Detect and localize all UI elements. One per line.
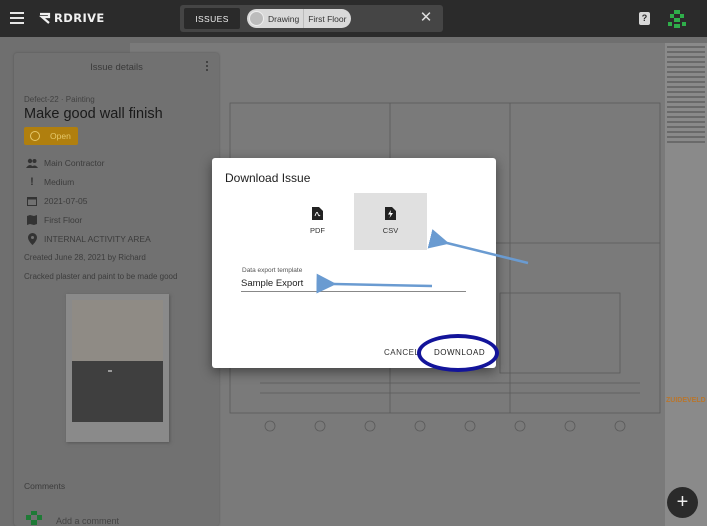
dialog-title: Download Issue [225, 171, 311, 185]
status-badge[interactable]: Open [24, 127, 78, 145]
logo-mark-icon [39, 12, 51, 24]
comment-input[interactable]: Add a comment [56, 516, 119, 526]
app-logo[interactable]: RDRIVE [38, 10, 105, 26]
top-bar: RDRIVE ISSUES Drawing First Floor ✕ ? [0, 0, 707, 37]
location-pin-icon [26, 233, 38, 245]
panel-header: Issue details [90, 61, 143, 73]
more-options-icon[interactable] [205, 61, 209, 73]
cancel-button[interactable]: CANCEL [384, 348, 419, 357]
drawing-thumbnail-icon [249, 11, 264, 26]
pdf-file-icon [312, 207, 323, 220]
download-button[interactable]: DOWNLOAD [434, 348, 485, 357]
issue-subtitle: Defect-22 · Painting [24, 95, 95, 104]
drawing-filter-chip[interactable]: Drawing First Floor [247, 9, 351, 28]
user-avatar[interactable] [668, 10, 686, 28]
area-value: INTERNAL ACTIVITY AREA [44, 234, 151, 244]
csv-file-icon [385, 207, 396, 220]
area-row: INTERNAL ACTIVITY AREA [26, 233, 151, 245]
menu-icon[interactable] [10, 12, 24, 24]
template-field[interactable] [241, 275, 466, 292]
created-text: Created June 28, 2021 by Richard [24, 253, 146, 262]
map-icon [26, 214, 38, 226]
chip-drawing-label: Drawing [268, 13, 300, 24]
comments-heading: Comments [24, 481, 66, 491]
format-option-pdf-label: PDF [310, 226, 325, 235]
assignee-row: Main Contractor [26, 157, 104, 169]
floor-value: First Floor [44, 215, 83, 225]
due-date-row: 2021-07-05 [26, 195, 87, 207]
download-issue-dialog: Download Issue PDF CSV Data export templ… [212, 158, 496, 368]
format-option-csv[interactable]: CSV [354, 193, 427, 250]
status-icon [30, 131, 40, 141]
format-option-csv-label: CSV [382, 226, 399, 235]
tab-issues[interactable]: ISSUES [184, 8, 240, 29]
drawing-titleblock [665, 43, 707, 526]
issue-description: Cracked plaster and paint to be made goo… [24, 272, 178, 281]
priority-value: Medium [44, 177, 75, 187]
issue-photo[interactable] [66, 294, 169, 442]
priority-row: ! Medium [26, 176, 74, 188]
commenter-avatar [26, 511, 42, 525]
calendar-icon [26, 195, 38, 207]
brand-name: RDRIVE [54, 11, 105, 25]
people-icon [26, 157, 38, 169]
assignee-value: Main Contractor [44, 158, 105, 168]
titleblock-brand: ZUIDEVELD [666, 397, 706, 404]
filter-bar: ISSUES Drawing First Floor ✕ [180, 5, 443, 32]
floor-row: First Floor [26, 214, 82, 226]
add-issue-button[interactable]: + [667, 487, 698, 518]
close-icon[interactable]: ✕ [417, 9, 435, 27]
priority-icon: ! [30, 176, 34, 188]
format-option-pdf[interactable]: PDF [281, 193, 354, 250]
status-label: Open [50, 131, 71, 141]
issue-details-panel: Issue details Defect-22 · Painting Make … [14, 53, 219, 526]
issue-title: Make good wall finish [24, 106, 163, 122]
help-icon[interactable]: ? [639, 12, 650, 25]
template-field-label: Data export template [242, 267, 303, 274]
due-date-value: 2021-07-05 [44, 196, 88, 206]
chip-floor-label: First Floor [308, 13, 347, 24]
